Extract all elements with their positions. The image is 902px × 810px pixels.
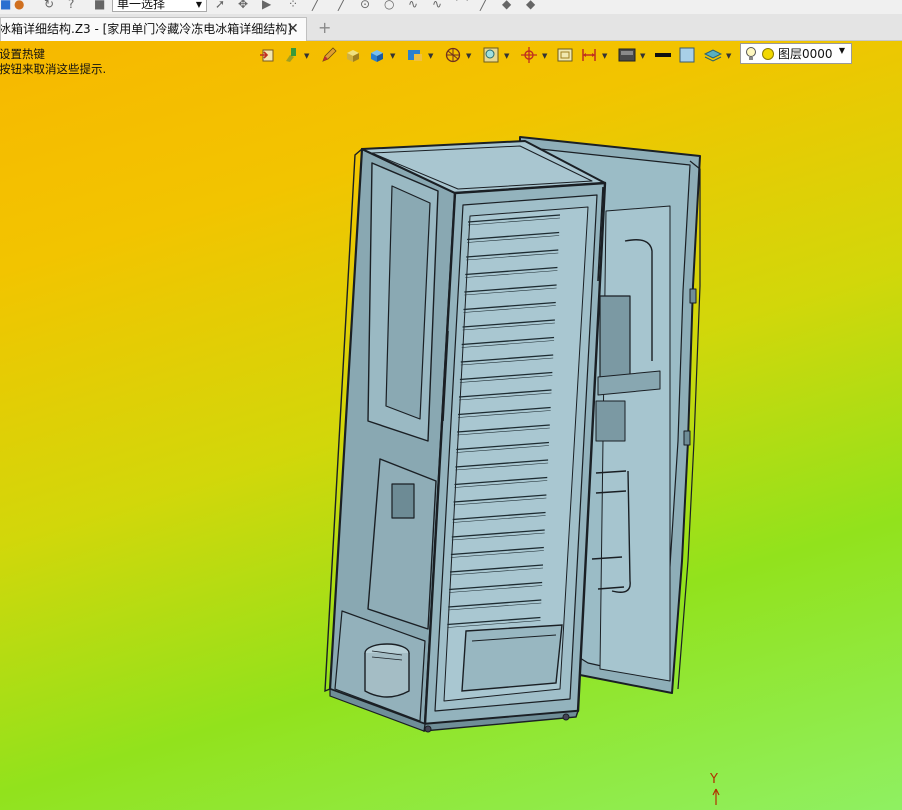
points-icon[interactable]: ⁘ <box>288 0 298 11</box>
tab-label: 冰箱详细结构.Z3 - [家用单门冷藏冷冻电冰箱详细结构] <box>0 22 292 36</box>
3d-viewport[interactable]: 设置热键 按钮来取消这些提示. ▼ ▼ ▼ ▼ ▼ ▼ ▼ ▼ ▼ 图层0000… <box>0 41 902 810</box>
play-icon[interactable]: ▶ <box>262 0 271 11</box>
document-tabbar: 冰箱详细结构.Z3 - [家用单门冷藏冷冻电冰箱详细结构] ✕ + <box>0 14 902 41</box>
pointer-icon[interactable]: ➚ <box>215 0 225 11</box>
dropdown-arrow-icon: ▼ <box>195 0 202 9</box>
axis-triad-icon <box>712 788 720 805</box>
line-icon[interactable]: ╱ <box>312 0 319 11</box>
axis-y-label: Y <box>710 772 718 787</box>
redo-icon[interactable]: ↻ <box>44 0 54 11</box>
refrigerator-model[interactable] <box>0 41 902 810</box>
surface-icon[interactable]: ◆ <box>502 0 511 11</box>
selection-mode-select[interactable]: 单一选择 ▼ <box>112 0 207 12</box>
spline-icon[interactable]: ∿ <box>408 0 418 11</box>
selection-mode-value: 单一选择 <box>117 0 166 11</box>
line-angle-icon[interactable]: ╱ <box>480 0 487 11</box>
close-tab-icon[interactable]: ✕ <box>287 18 299 40</box>
stop-icon[interactable]: ■ <box>94 0 105 11</box>
surface-2-icon[interactable]: ◆ <box>526 0 535 11</box>
circle-icon[interactable]: ⊙ <box>360 0 370 11</box>
help-icon[interactable]: ? <box>68 0 74 11</box>
render-icon[interactable]: ● <box>14 0 24 11</box>
arc-3pt-icon[interactable]: ⌒ <box>456 0 468 11</box>
add-tab-icon[interactable]: + <box>318 17 331 39</box>
app-icon[interactable]: ■ <box>0 0 11 11</box>
curve-icon[interactable]: ∿ <box>432 0 442 11</box>
arc-icon[interactable]: ○ <box>384 0 394 11</box>
command-toolbar: ■ ● ↻ ? ■ 单一选择 ▼ ➚ ✥ ▶ ⁘ ╱ ╱ ⊙ ○ ∿ ∿ ⌒ ╱… <box>0 0 902 14</box>
pick-icon[interactable]: ✥ <box>238 0 248 11</box>
tab-document[interactable]: 冰箱详细结构.Z3 - [家用单门冷藏冷冻电冰箱详细结构] ✕ <box>0 17 307 41</box>
line-tool-icon[interactable]: ╱ <box>338 0 345 11</box>
